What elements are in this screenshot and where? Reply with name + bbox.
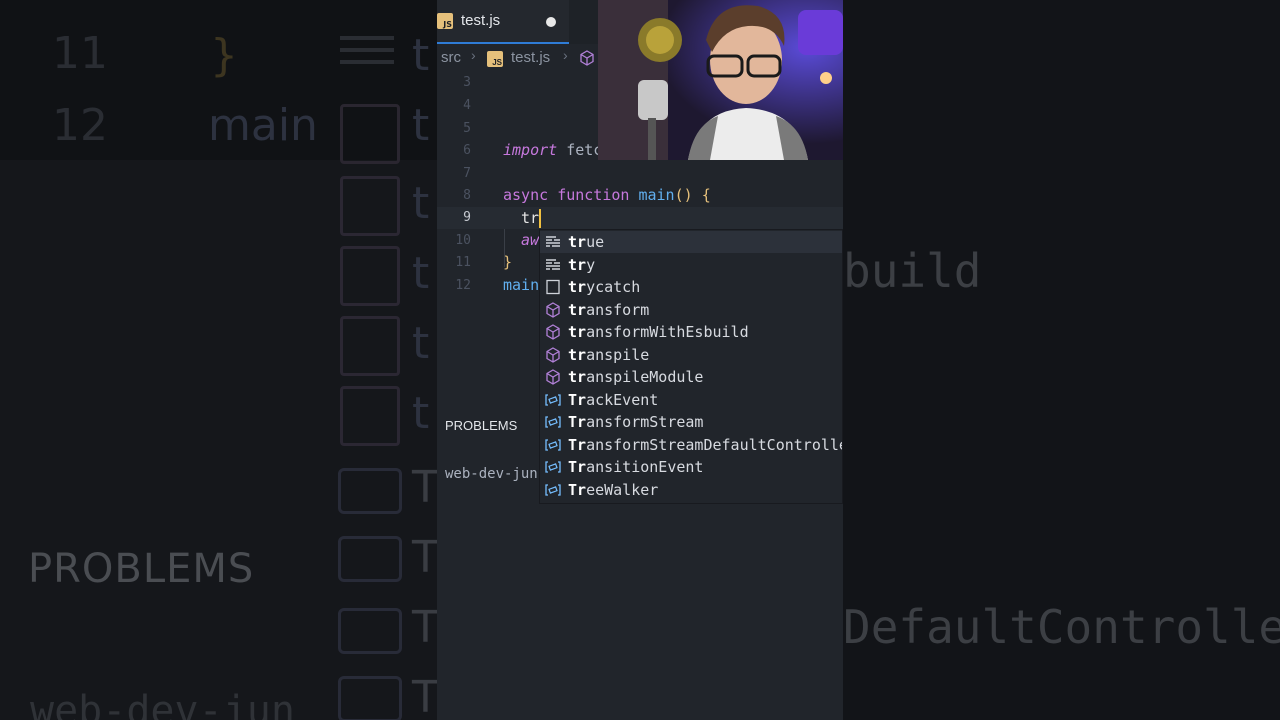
line-number: 10 bbox=[455, 233, 471, 248]
module-icon bbox=[546, 347, 560, 363]
breadcrumb-folder[interactable]: src bbox=[441, 49, 461, 66]
background-letter: T bbox=[412, 532, 437, 583]
suggestion-item[interactable]: TrackEvent bbox=[540, 389, 842, 411]
background-module-icon bbox=[340, 246, 400, 306]
background-letter: t bbox=[412, 100, 430, 151]
suggestion-item[interactable]: true bbox=[540, 231, 842, 253]
terminal-prompt[interactable]: web-dev-jun bbox=[445, 466, 538, 482]
background-line-number: 11 bbox=[52, 28, 108, 79]
line-number: 8 bbox=[463, 188, 471, 203]
chevron-right-icon: › bbox=[563, 47, 568, 63]
suggestion-item[interactable]: transform bbox=[540, 299, 842, 321]
line-number: 6 bbox=[463, 143, 471, 158]
text-cursor bbox=[539, 209, 541, 228]
webcam-overlay bbox=[598, 0, 843, 160]
background-letter: t bbox=[412, 318, 430, 369]
code-line-function[interactable]: async function main() { bbox=[503, 186, 711, 204]
problems-tab[interactable]: PROBLEMS bbox=[445, 418, 517, 433]
suggestion-item[interactable]: transformWithEsbuild bbox=[540, 321, 842, 343]
line-number: 3 bbox=[463, 75, 471, 90]
background-module-icon bbox=[340, 386, 400, 446]
suggestion-item[interactable]: trycatch bbox=[540, 276, 842, 298]
module-icon bbox=[546, 324, 560, 340]
tab-test-js[interactable]: JS test.js bbox=[437, 0, 569, 44]
background-letter: T bbox=[412, 602, 437, 653]
suggestion-item[interactable]: transpileModule bbox=[540, 366, 842, 388]
suggestion-item[interactable]: transpile bbox=[540, 344, 842, 366]
background-letter: T bbox=[412, 672, 437, 720]
line-number: 11 bbox=[455, 255, 471, 270]
line-number: 5 bbox=[463, 121, 471, 136]
background-letter: t bbox=[412, 388, 430, 439]
background-word: DefaultControlle bbox=[843, 600, 1280, 654]
background-module-icon bbox=[340, 176, 400, 236]
keyword-icon bbox=[546, 259, 560, 270]
background-code: main bbox=[208, 100, 318, 151]
chevron-right-icon: › bbox=[471, 47, 476, 63]
line-number: 12 bbox=[455, 278, 471, 293]
breadcrumb-file[interactable]: test.js bbox=[511, 49, 550, 66]
background-terminal: web-dev-jun bbox=[30, 688, 295, 720]
keyword-icon bbox=[546, 236, 560, 247]
variable-icon bbox=[545, 484, 561, 496]
background-letter: t bbox=[412, 248, 430, 299]
presenter-video-image bbox=[598, 0, 843, 160]
tab-label: test.js bbox=[461, 12, 501, 29]
code-line-import[interactable]: import fetc bbox=[503, 141, 602, 159]
code-line-typing[interactable]: tr bbox=[521, 209, 539, 227]
suggestion-item[interactable]: try bbox=[540, 254, 842, 276]
background-code: } bbox=[210, 30, 238, 81]
variable-icon bbox=[545, 416, 561, 428]
suggestion-item[interactable]: TransformStreamDefaultControlle bbox=[540, 434, 842, 456]
indent-guide bbox=[504, 229, 505, 267]
code-line-main-call[interactable]: main bbox=[503, 276, 539, 294]
suggestion-item[interactable]: TransformStream bbox=[540, 411, 842, 433]
background-line-number: 12 bbox=[52, 100, 108, 151]
background-problems: PROBLEMS bbox=[28, 546, 255, 592]
line-number-active: 9 bbox=[463, 210, 471, 225]
current-line-highlight bbox=[437, 207, 843, 229]
module-icon bbox=[546, 369, 560, 385]
variable-icon bbox=[545, 461, 561, 473]
line-number: 7 bbox=[463, 166, 471, 181]
unsaved-dot-icon[interactable] bbox=[546, 17, 556, 27]
background-module-icon bbox=[340, 316, 400, 376]
module-icon bbox=[546, 302, 560, 318]
module-icon[interactable] bbox=[579, 50, 595, 66]
suggestion-item[interactable]: TransitionEvent bbox=[540, 456, 842, 478]
snippet-icon bbox=[546, 279, 560, 295]
background-letter: T bbox=[412, 462, 437, 513]
background-right: build DefaultControlle bbox=[843, 0, 1280, 720]
background-variable-icon bbox=[338, 676, 402, 720]
code-line-await[interactable]: aw bbox=[521, 231, 539, 249]
line-number: 4 bbox=[463, 98, 471, 113]
javascript-file-icon: JS bbox=[437, 13, 453, 29]
javascript-file-icon: JS bbox=[487, 51, 503, 67]
background-left: 11 12 } main t t t t t t T T T T PROBLEM… bbox=[0, 0, 437, 720]
background-word: build bbox=[843, 244, 982, 298]
suggestion-item[interactable]: TreeWalker bbox=[540, 479, 842, 501]
variable-icon bbox=[545, 439, 561, 451]
autocomplete-suggestions[interactable]: true try trycatch transform transformWit… bbox=[539, 229, 843, 504]
background-snippet-icon bbox=[340, 104, 400, 164]
background-letter: t bbox=[412, 178, 430, 229]
background-variable-icon bbox=[338, 468, 402, 514]
background-variable-icon bbox=[338, 608, 402, 654]
variable-icon bbox=[545, 394, 561, 406]
background-variable-icon bbox=[338, 536, 402, 582]
background-letter: t bbox=[412, 30, 430, 81]
background-keyword-icon bbox=[340, 36, 394, 40]
